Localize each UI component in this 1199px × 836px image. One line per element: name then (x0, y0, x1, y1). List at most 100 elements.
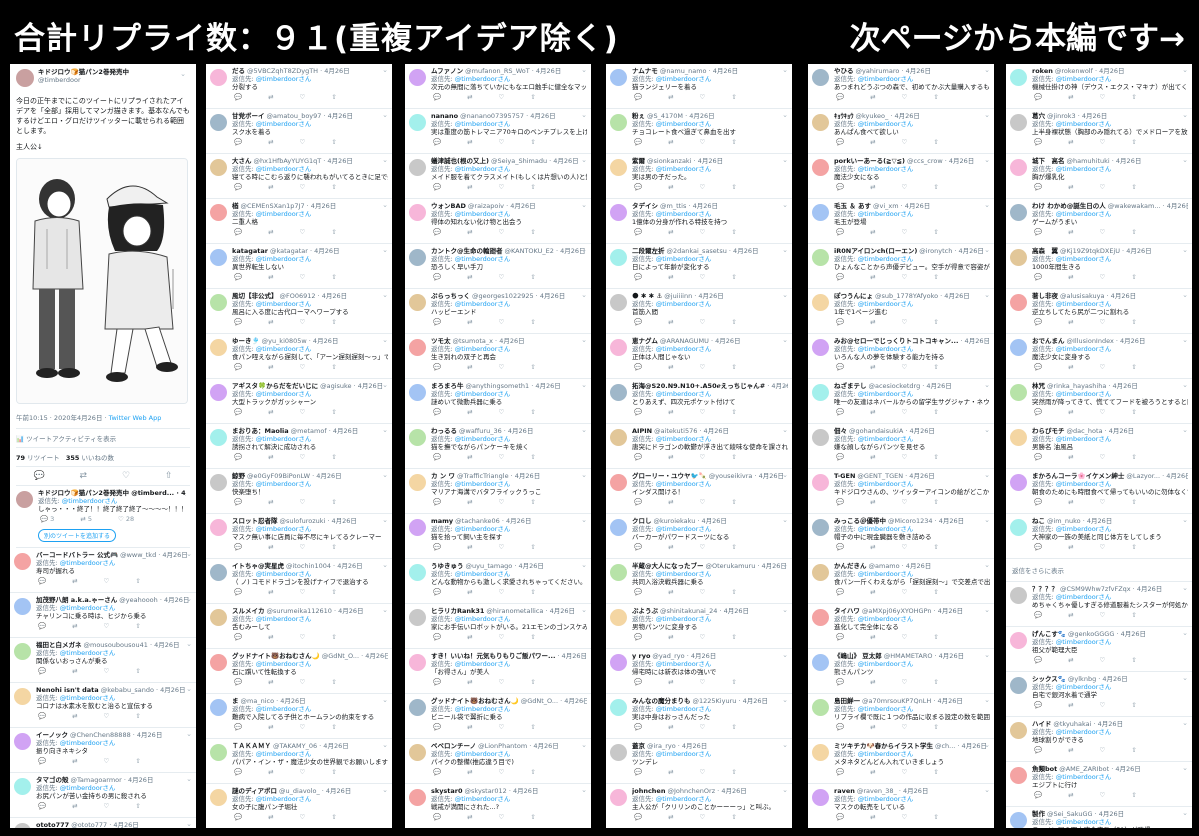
retweet-icon[interactable]: ⇄ (1068, 611, 1073, 619)
reply-tweet[interactable]: ⌄ roken @rokenwolf · 4月26日 返信先: @timberdoor… (1006, 64, 1192, 109)
author-name[interactable]: raven (834, 787, 855, 795)
share-icon[interactable]: ⇧ (933, 498, 938, 506)
like-icon[interactable]: ♡ (700, 363, 706, 371)
reply-tweet[interactable]: ⌄ 楢 @CEMEnSXan1p7J7 · 4月26日 返信先: @timberdoo… (206, 199, 392, 244)
share-icon[interactable]: ⇧ (135, 622, 140, 630)
author-name[interactable]: 風切【非公式】 (232, 292, 278, 300)
retweet-icon[interactable]: ⇄ (668, 453, 673, 461)
retweet-icon[interactable]: ⇄ (268, 273, 273, 281)
reply-icon[interactable]: 💬 (1034, 746, 1042, 754)
like-icon[interactable]: ♡ (700, 813, 706, 821)
reply-to-link[interactable]: @timberdoorさん (858, 255, 914, 263)
chevron-down-icon[interactable]: ⌄ (1182, 516, 1188, 524)
reply-to-link[interactable]: @timberdoorさん (656, 750, 712, 758)
chevron-down-icon[interactable]: ⌄ (186, 685, 192, 693)
retweet-icon[interactable]: ⇄ (467, 273, 472, 281)
reply-to-link[interactable]: @timberdoorさん (858, 795, 914, 803)
reply-to-link[interactable]: @timberdoorさん (858, 660, 914, 668)
author-handle[interactable]: @vi_xm · 4月26日 (873, 202, 930, 210)
author-name[interactable]: クロし (632, 517, 652, 525)
share-icon[interactable]: ⇧ (731, 138, 736, 146)
share-icon[interactable]: ⇧ (1131, 408, 1136, 416)
reply-icon[interactable]: 💬 (634, 768, 642, 776)
reply-tweet[interactable]: ⌄ 《嶋山》 豆太郎 @HMAMETARO · 4月26日 返信先: @timberd… (808, 649, 994, 694)
like-icon[interactable]: ♡ (1100, 498, 1106, 506)
reply-to-link[interactable]: @timberdoorさん (256, 525, 312, 533)
chevron-down-icon[interactable]: ⌄ (782, 156, 788, 164)
share-icon[interactable]: ⇧ (1131, 543, 1136, 551)
retweet-count[interactable]: ⇄ 5 (80, 515, 92, 523)
reply-tweet[interactable]: ⌄ カントク@生命の輪廻者 @KANTOKU_E2 · 4月26日 返信先: @tim… (405, 244, 591, 289)
author-handle[interactable]: @Seiya_Shimadu · 4月26日 (491, 157, 579, 165)
reply-to-link[interactable]: @timberdoorさん (455, 525, 511, 533)
reply-icon[interactable]: 💬 (836, 678, 844, 686)
author-handle[interactable]: @youseikivra · 4月26日 (709, 472, 784, 480)
chevron-down-icon[interactable]: ⌄ (782, 651, 788, 659)
reply-icon[interactable]: 💬 (234, 408, 242, 416)
author-name[interactable]: porkいーあーる(≧▽≦) (834, 157, 905, 165)
avatar[interactable] (812, 519, 829, 536)
author-handle[interactable]: @ototo777 · 4月26日 (71, 821, 139, 828)
reply-icon[interactable]: 💬 (1034, 408, 1042, 416)
chevron-down-icon[interactable]: ⌄ (1182, 336, 1188, 344)
like-count[interactable]: 355 (66, 454, 80, 462)
chevron-down-icon[interactable]: ⌄ (1182, 156, 1188, 164)
avatar[interactable] (610, 294, 627, 311)
reply-tweet[interactable]: ⌄ 著し非夜 @alusisakuya · 4月26日 返信先: @timberdoo… (1006, 289, 1192, 334)
avatar[interactable] (812, 204, 829, 221)
reply-icon[interactable]: 💬 (1034, 498, 1042, 506)
reply-tweet[interactable]: ⌄ だる @5VBCZqhT8ZDygTH · 4月26日 返信先: @timberd… (206, 64, 392, 109)
share-icon[interactable]: ⇧ (731, 363, 736, 371)
reply-tweet[interactable]: ⌄ みんなの魔分まりも @1225Kiyuru · 4月26日 返信先: @timbe… (606, 694, 792, 739)
retweet-icon[interactable]: ⇄ (1068, 408, 1073, 416)
avatar[interactable] (1010, 722, 1027, 739)
author-handle[interactable]: @hamuhituki · 4月26日 (1067, 157, 1142, 165)
reply-icon[interactable]: 💬 (1034, 138, 1042, 146)
chevron-down-icon[interactable]: ⌄ (984, 471, 990, 479)
author-handle[interactable]: @itochin1004 · 4月26日 (286, 562, 363, 570)
reply-icon[interactable]: 💬 (836, 498, 844, 506)
author-name[interactable]: 加茂野八朗 a.k.a.ゃーさん (36, 596, 117, 604)
like-icon[interactable]: ♡ (499, 633, 505, 641)
retweet-icon[interactable]: ⇄ (467, 678, 472, 686)
retweet-icon[interactable]: ⇄ (268, 633, 273, 641)
reply-icon[interactable]: 💬 (634, 453, 642, 461)
share-icon[interactable]: ⇧ (731, 408, 736, 416)
reply-to-link[interactable]: @timberdoorさん (858, 165, 914, 173)
reply-to-link[interactable]: @timberdoorさん (1056, 728, 1112, 736)
chevron-down-icon[interactable]: ⌄ (782, 696, 788, 704)
avatar[interactable] (812, 429, 829, 446)
share-icon[interactable]: ⇧ (530, 678, 535, 686)
author-handle[interactable]: @1225Kiyuru · 4月26日 (693, 697, 768, 705)
like-icon[interactable]: ♡ (300, 138, 306, 146)
chevron-down-icon[interactable]: ⌄ (382, 651, 388, 659)
share-icon[interactable]: ⇧ (530, 588, 535, 596)
author-handle[interactable]: @tkyuhakai · 4月26日 (1053, 720, 1123, 728)
like-icon[interactable]: ♡ (902, 498, 908, 506)
like-icon[interactable]: ♡ (499, 228, 505, 236)
reply-to-link[interactable]: @timberdoorさん (656, 435, 712, 443)
avatar[interactable] (1010, 294, 1027, 311)
reply-tweet[interactable]: ⌄ 葛穴 @jinrok3 · 4月26日 返信先: @timberdoorさん 上半身… (1006, 109, 1192, 154)
reply-to-link[interactable]: @timberdoorさん (1056, 593, 1112, 601)
share-icon[interactable]: ⇧ (331, 678, 336, 686)
reply-icon[interactable]: 💬 (836, 543, 844, 551)
author-handle[interactable]: @kuroiekaku · 4月26日 (654, 517, 727, 525)
reply-to-link[interactable]: @timberdoorさん (1056, 120, 1112, 128)
chevron-down-icon[interactable]: ⌄ (382, 741, 388, 749)
author-handle[interactable]: @sionkanzaki · 4月26日 (647, 157, 723, 165)
like-icon[interactable]: ♡ (499, 183, 505, 191)
reply-to-link[interactable]: @timberdoorさん (256, 705, 312, 713)
reply-tweet[interactable]: ⌄ ぷらっちっく @georges1022925 · 4月26日 返信先: @timb… (405, 289, 591, 334)
reply-icon[interactable]: 💬 (634, 363, 642, 371)
like-icon[interactable]: ♡ (902, 363, 908, 371)
retweet-icon[interactable]: ⇄ (467, 723, 472, 731)
reply-icon[interactable]: 💬 (433, 543, 441, 551)
reply-tweet[interactable]: ⌄ 謎のディアボロ @u_diavolo_ · 4月26日 返信先: @timberd… (206, 784, 392, 828)
share-icon[interactable]: ⇧ (530, 813, 535, 821)
author-handle[interactable]: @JohnchenOrz · 4月26日 (667, 787, 746, 795)
author-handle[interactable]: @ylknbg · 4月26日 (1068, 675, 1128, 683)
author-handle[interactable]: @kyukeo_ · 4月26日 (856, 112, 920, 120)
reply-tweet[interactable]: ⌄ イーノック @ChenChen88888 · 4月26日 返信先: @timber… (10, 728, 196, 773)
author-handle[interactable]: @jinrok3 · 4月26日 (1047, 112, 1107, 120)
